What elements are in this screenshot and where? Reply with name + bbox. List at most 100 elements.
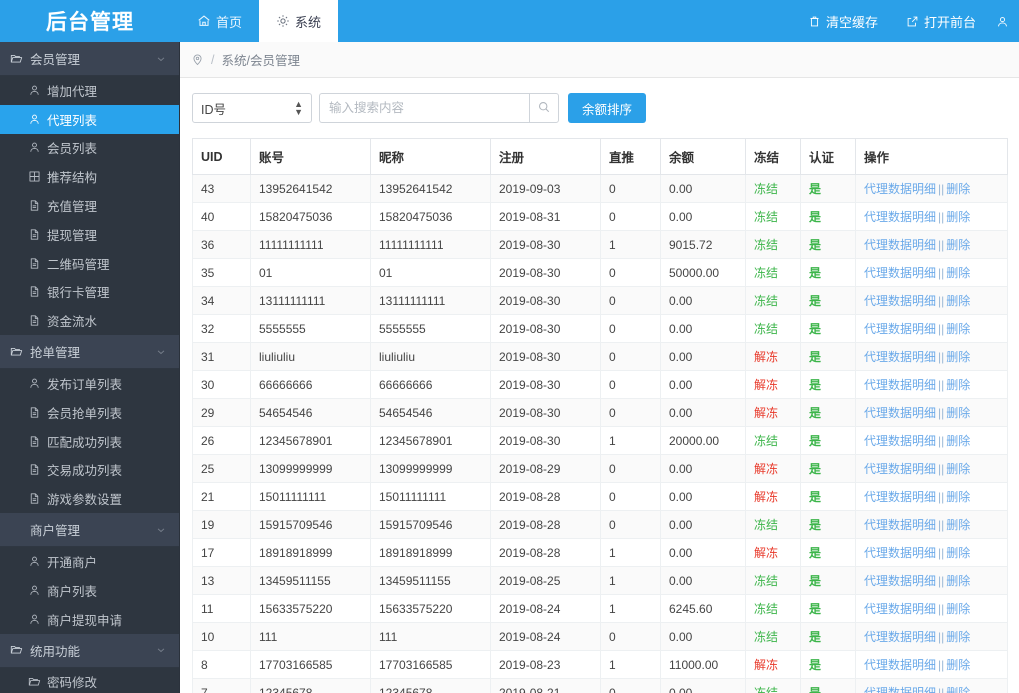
sidebar-item-0-8[interactable]: 资金流水 [0,306,179,336]
agent-detail-link[interactable]: 代理数据明细 [864,574,936,588]
sidebar-group-1[interactable]: 抢单管理 [0,335,179,370]
cell-freeze-status[interactable]: 解冻 [745,454,801,483]
cell-freeze-status[interactable]: 解冻 [745,398,801,427]
agent-detail-link[interactable]: 代理数据明细 [864,546,936,560]
delete-link[interactable]: 删除 [946,350,970,364]
tab-home[interactable]: 首页 [180,0,259,42]
agent-detail-link[interactable]: 代理数据明细 [864,210,936,224]
cell-freeze-status[interactable]: 冻结 [745,622,801,651]
delete-link[interactable]: 删除 [946,322,970,336]
sidebar-group-2[interactable]: 商户管理 [0,513,179,548]
agent-detail-link[interactable]: 代理数据明细 [864,294,936,308]
sidebar-group-3[interactable]: 统用功能 [0,633,179,668]
agent-detail-link[interactable]: 代理数据明细 [864,602,936,616]
agent-detail-link[interactable]: 代理数据明细 [864,378,936,392]
delete-link[interactable]: 删除 [946,546,970,560]
freeze-toggle-link[interactable]: 冻结 [754,294,778,308]
agent-detail-link[interactable]: 代理数据明细 [864,518,936,532]
delete-link[interactable]: 删除 [946,658,970,672]
delete-link[interactable]: 删除 [946,182,970,196]
freeze-toggle-link[interactable]: 解冻 [754,378,778,392]
delete-link[interactable]: 删除 [946,378,970,392]
delete-link[interactable]: 删除 [946,406,970,420]
sidebar-item-2-2[interactable]: 商户提现申请 [0,604,179,634]
sidebar-item-0-6[interactable]: 二维码管理 [0,248,179,278]
sidebar-item-0-7[interactable]: 银行卡管理 [0,277,179,307]
clear-cache-button[interactable]: 清空缓存 [794,12,892,31]
delete-link[interactable]: 删除 [946,602,970,616]
sidebar-item-1-2[interactable]: 匹配成功列表 [0,426,179,456]
cell-freeze-status[interactable]: 冻结 [745,426,801,455]
search-button[interactable] [529,93,559,123]
sidebar-item-2-1[interactable]: 商户列表 [0,575,179,605]
delete-link[interactable]: 删除 [946,266,970,280]
search-input[interactable] [319,93,529,123]
freeze-toggle-link[interactable]: 冻结 [754,518,778,532]
sidebar-item-0-3[interactable]: 推荐结构 [0,162,179,192]
agent-detail-link[interactable]: 代理数据明细 [864,182,936,196]
freeze-toggle-link[interactable]: 冻结 [754,182,778,196]
cell-freeze-status[interactable]: 冻结 [745,230,801,259]
sidebar-item-0-5[interactable]: 提现管理 [0,219,179,249]
cell-freeze-status[interactable]: 冻结 [745,566,801,595]
cell-freeze-status[interactable]: 冻结 [745,174,801,203]
agent-detail-link[interactable]: 代理数据明细 [864,630,936,644]
sidebar-item-0-1[interactable]: 代理列表 [0,104,179,134]
user-menu-button[interactable] [990,15,1019,28]
search-field-select[interactable]: ID号 ▲ ▼ [192,93,312,123]
agent-detail-link[interactable]: 代理数据明细 [864,406,936,420]
sidebar-item-0-2[interactable]: 会员列表 [0,133,179,163]
sidebar[interactable]: 会员管理 增加代理 代理列表 会员列表 推荐结构 充值管理 提现管理 二维码管理 银行卡管理 资金… [0,42,180,693]
agent-detail-link[interactable]: 代理数据明细 [864,462,936,476]
sidebar-group-0[interactable]: 会员管理 [0,42,179,76]
cell-freeze-status[interactable]: 解冻 [745,370,801,399]
freeze-toggle-link[interactable]: 冻结 [754,686,778,693]
delete-link[interactable]: 删除 [946,294,970,308]
delete-link[interactable]: 删除 [946,210,970,224]
sidebar-item-0-0[interactable]: 增加代理 [0,76,179,105]
cell-freeze-status[interactable]: 冻结 [745,678,801,693]
cell-freeze-status[interactable]: 解冻 [745,538,801,567]
agent-detail-link[interactable]: 代理数据明细 [864,490,936,504]
agent-detail-link[interactable]: 代理数据明细 [864,350,936,364]
cell-freeze-status[interactable]: 冻结 [745,202,801,231]
freeze-toggle-link[interactable]: 冻结 [754,322,778,336]
sidebar-item-1-3[interactable]: 交易成功列表 [0,455,179,485]
freeze-toggle-link[interactable]: 解冻 [754,462,778,476]
freeze-toggle-link[interactable]: 解冻 [754,490,778,504]
sidebar-item-0-4[interactable]: 充值管理 [0,191,179,220]
tab-system[interactable]: 系统 [259,0,339,42]
freeze-toggle-link[interactable]: 解冻 [754,546,778,560]
delete-link[interactable]: 删除 [946,518,970,532]
agent-detail-link[interactable]: 代理数据明细 [864,686,936,693]
cell-freeze-status[interactable]: 冻结 [745,510,801,539]
cell-freeze-status[interactable]: 解冻 [745,482,801,511]
sidebar-item-1-0[interactable]: 发布订单列表 [0,369,179,398]
delete-link[interactable]: 删除 [946,434,970,448]
freeze-toggle-link[interactable]: 冻结 [754,434,778,448]
agent-detail-link[interactable]: 代理数据明细 [864,322,936,336]
sidebar-item-1-1[interactable]: 会员抢单列表 [0,397,179,427]
delete-link[interactable]: 删除 [946,630,970,644]
freeze-toggle-link[interactable]: 冻结 [754,210,778,224]
freeze-toggle-link[interactable]: 冻结 [754,574,778,588]
sidebar-item-3-0[interactable]: 密码修改 [0,667,179,693]
delete-link[interactable]: 删除 [946,462,970,476]
sidebar-item-2-0[interactable]: 开通商户 [0,547,179,576]
delete-link[interactable]: 删除 [946,574,970,588]
freeze-toggle-link[interactable]: 解冻 [754,658,778,672]
delete-link[interactable]: 删除 [946,490,970,504]
sidebar-item-1-4[interactable]: 游戏参数设置 [0,484,179,514]
agent-detail-link[interactable]: 代理数据明细 [864,238,936,252]
freeze-toggle-link[interactable]: 解冻 [754,406,778,420]
cell-freeze-status[interactable]: 冻结 [745,594,801,623]
delete-link[interactable]: 删除 [946,238,970,252]
agent-detail-link[interactable]: 代理数据明细 [864,266,936,280]
freeze-toggle-link[interactable]: 冻结 [754,630,778,644]
agent-detail-link[interactable]: 代理数据明细 [864,658,936,672]
sort-by-balance-button[interactable]: 余额排序 [568,93,647,123]
cell-freeze-status[interactable]: 冻结 [745,314,801,343]
freeze-toggle-link[interactable]: 冻结 [754,602,778,616]
delete-link[interactable]: 删除 [946,686,970,693]
agent-detail-link[interactable]: 代理数据明细 [864,434,936,448]
